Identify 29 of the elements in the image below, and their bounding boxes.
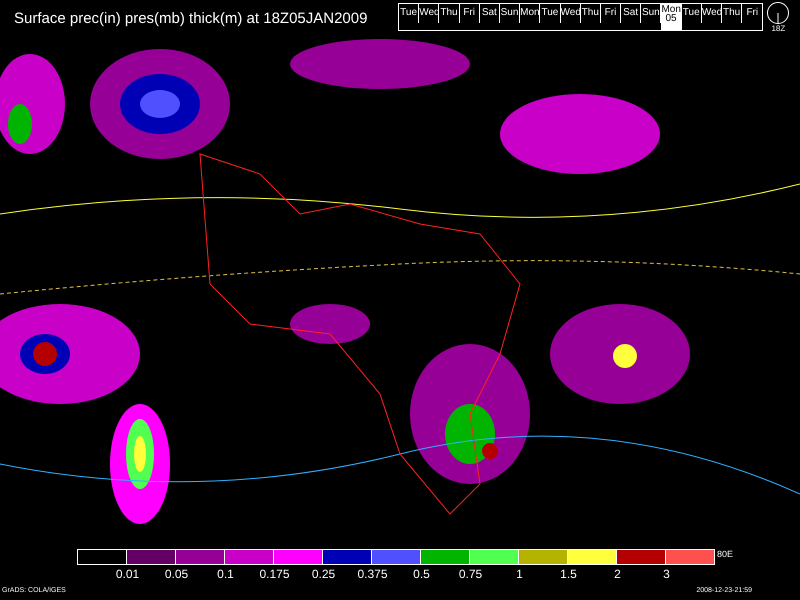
day-tab[interactable]: Sun bbox=[641, 4, 662, 23]
legend-label: 1 bbox=[515, 567, 524, 581]
edge-label: 80E bbox=[717, 549, 734, 559]
day-tab[interactable]: Thu bbox=[580, 4, 601, 23]
clock-icon bbox=[766, 1, 790, 25]
day-tab[interactable]: Mon bbox=[520, 4, 540, 23]
day-tab[interactable]: Sat bbox=[480, 4, 500, 23]
legend-label: 0.375 bbox=[356, 567, 389, 581]
legend-label: 0.1 bbox=[216, 567, 235, 581]
legend-label: 1.5 bbox=[559, 567, 578, 581]
legend-label: 0.05 bbox=[164, 567, 190, 581]
day-tab[interactable]: Mon 05 bbox=[661, 4, 682, 30]
day-tab[interactable]: Tue bbox=[540, 4, 560, 23]
legend-label: 2 bbox=[613, 567, 622, 581]
day-tab[interactable]: Sun bbox=[500, 4, 520, 23]
day-tab[interactable]: Thu bbox=[722, 4, 742, 23]
legend-label: 0.5 bbox=[412, 567, 431, 581]
legend-label: 0.25 bbox=[310, 567, 336, 581]
map-title: Surface prec(in) pres(mb) thick(m) at 18Z05JAN2009 bbox=[13, 9, 368, 27]
legend-label: 0.175 bbox=[258, 567, 291, 581]
day-tab[interactable]: Tue bbox=[682, 4, 702, 23]
legend-label: 0.01 bbox=[114, 567, 140, 581]
time-label: 18Z bbox=[771, 25, 786, 33]
legend-label: 0.75 bbox=[458, 567, 484, 581]
day-tab[interactable]: Tue bbox=[399, 4, 420, 23]
legend-label: 3 bbox=[662, 567, 671, 581]
day-tab[interactable]: Thu bbox=[439, 4, 460, 23]
day-tab[interactable]: Fri bbox=[460, 4, 480, 23]
day-tab[interactable]: Sat bbox=[621, 4, 642, 23]
